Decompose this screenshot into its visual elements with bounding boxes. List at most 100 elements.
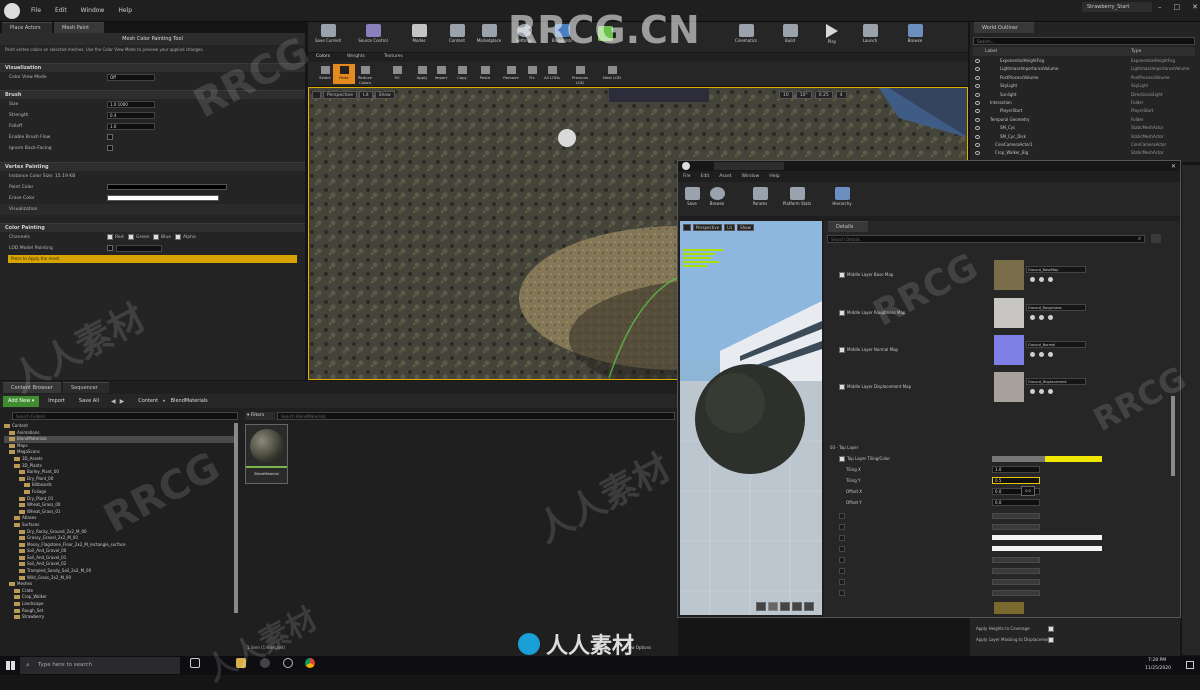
texture-param-checkbox[interactable] bbox=[839, 272, 845, 278]
texture-reset-icon[interactable] bbox=[1048, 352, 1053, 357]
disabled-param-checkbox[interactable] bbox=[839, 590, 845, 596]
tray-date[interactable]: 11/25/2020 bbox=[1145, 666, 1171, 671]
folder-tree-item[interactable]: BlendMaterials bbox=[4, 436, 234, 443]
top-layer-color-swatch[interactable] bbox=[992, 456, 1102, 462]
taskbar-search[interactable]: ⌕ Type here to search bbox=[20, 657, 180, 674]
texture-arrow-icon[interactable] bbox=[1030, 277, 1035, 282]
outliner-row[interactable]: SM_Cyc StaticMeshActor bbox=[973, 124, 1195, 132]
folder-tree-item[interactable]: Crate bbox=[4, 588, 234, 595]
mode-tool-paste[interactable]: Paste bbox=[474, 64, 496, 84]
toolbar-build[interactable]: Build bbox=[778, 22, 802, 52]
toolbar-source-control[interactable]: Source Control bbox=[354, 22, 392, 52]
toolbar-launch[interactable]: Launch bbox=[858, 22, 882, 52]
visibility-eye-icon[interactable] bbox=[975, 142, 980, 147]
me-menu-edit[interactable]: Edit bbox=[701, 174, 710, 179]
texture-thumbnail[interactable] bbox=[994, 372, 1024, 402]
visibility-eye-icon[interactable] bbox=[975, 126, 980, 131]
viewport-perspective-button[interactable]: Perspective bbox=[323, 91, 358, 99]
folder-tree-item[interactable]: Crop_Walker bbox=[4, 594, 234, 601]
save-all-button[interactable]: Save All bbox=[79, 398, 99, 404]
mode-tool-remove[interactable]: Remove bbox=[500, 64, 522, 84]
visibility-eye-icon[interactable] bbox=[975, 100, 980, 105]
preview-lit-button[interactable]: Lit bbox=[724, 224, 736, 231]
chrome-icon[interactable] bbox=[305, 658, 315, 668]
texture-arrow-icon[interactable] bbox=[1030, 352, 1035, 357]
mode-tool-reduce-colors[interactable]: Reduce Colors bbox=[354, 64, 376, 85]
forward-icon[interactable]: ▶ bbox=[120, 398, 125, 405]
editor-close-icon[interactable]: ✕ bbox=[1171, 163, 1176, 170]
channel-blue-checkbox[interactable] bbox=[153, 234, 159, 240]
tiling-value-field[interactable]: 1.0 bbox=[992, 466, 1040, 473]
asset-search[interactable]: Search BlendMaterials bbox=[277, 412, 675, 420]
path-content[interactable]: Content bbox=[138, 398, 158, 404]
brush-falloff-field[interactable]: 1.0 bbox=[107, 123, 155, 130]
viewport-menu-icon[interactable] bbox=[312, 91, 321, 99]
mode-tab-colors[interactable]: Colors bbox=[316, 54, 330, 59]
disabled-param-checkbox[interactable] bbox=[839, 579, 845, 585]
visibility-eye-icon[interactable] bbox=[975, 84, 980, 89]
me-platform-stats-button[interactable]: Platform Stats bbox=[778, 185, 816, 215]
path-blendmaterials[interactable]: BlendMaterials bbox=[171, 398, 208, 404]
mode-tab-textures[interactable]: Textures bbox=[384, 54, 403, 59]
preview-show-button[interactable]: Show bbox=[737, 224, 754, 231]
section-vertex-painting[interactable]: Vertex Painting bbox=[0, 162, 305, 171]
texture-asset-picker[interactable]: Ground_Roughness bbox=[1026, 304, 1086, 311]
details-view-options-icon[interactable] bbox=[1151, 234, 1161, 243]
mode-tool-fix[interactable]: Fix bbox=[521, 64, 543, 84]
visibility-eye-icon[interactable] bbox=[975, 92, 980, 97]
preview-sphere-icon[interactable] bbox=[768, 602, 778, 611]
menu-help[interactable]: Help bbox=[111, 0, 139, 22]
me-params-button[interactable]: Params bbox=[748, 185, 772, 215]
preview-plane-icon[interactable] bbox=[780, 602, 790, 611]
toolbar-content[interactable]: Content bbox=[443, 22, 471, 52]
texture-browse-icon[interactable] bbox=[1039, 277, 1044, 282]
texture-thumbnail[interactable] bbox=[994, 335, 1024, 365]
tab-world-outliner[interactable]: World Outliner bbox=[974, 22, 1034, 33]
windows-start-icon[interactable] bbox=[6, 661, 15, 670]
texture-asset-picker[interactable]: Ground_Normal bbox=[1026, 341, 1086, 348]
mode-tool-previous-lod[interactable]: Previous LOD bbox=[569, 64, 591, 85]
mode-tool-import[interactable]: Import bbox=[430, 64, 452, 84]
preview-perspective-button[interactable]: Perspective bbox=[693, 224, 723, 231]
toolbar-cinematics[interactable]: Cinematics bbox=[730, 22, 762, 52]
brush-size-field[interactable]: 1.0 1000 bbox=[107, 101, 155, 108]
apply-heights-checkbox[interactable] bbox=[1048, 626, 1054, 632]
apply-warning-bar[interactable]: Press to Apply the mesh bbox=[8, 255, 297, 263]
disabled-param-checkbox[interactable] bbox=[839, 524, 845, 530]
texture-arrow-icon[interactable] bbox=[1030, 315, 1035, 320]
me-browse-button[interactable]: Browse bbox=[705, 185, 729, 215]
details-scrollbar[interactable] bbox=[1171, 396, 1175, 476]
preview-cube-icon[interactable] bbox=[792, 602, 802, 611]
mode-tool-all-lods[interactable]: All LODs bbox=[541, 64, 563, 84]
snap-scale[interactable]: 0.25 bbox=[814, 91, 833, 99]
outliner-row[interactable]: Crop_Walker_Big StaticMeshActor bbox=[973, 149, 1195, 157]
apply-masking-checkbox[interactable] bbox=[1048, 637, 1054, 643]
viewport-lit-button[interactable]: Lit bbox=[359, 91, 373, 99]
section-color-painting[interactable]: Color Painting bbox=[0, 223, 305, 232]
mode-tool-copy[interactable]: Copy bbox=[451, 64, 473, 84]
me-menu-window[interactable]: Window bbox=[742, 174, 760, 179]
camera-speed[interactable]: 4 bbox=[835, 91, 847, 99]
texture-thumbnail[interactable] bbox=[994, 298, 1024, 328]
lod-value-field[interactable] bbox=[116, 245, 162, 252]
disabled-param-checkbox[interactable] bbox=[839, 557, 845, 563]
channel-red-checkbox[interactable] bbox=[107, 234, 113, 240]
import-button[interactable]: Import bbox=[48, 398, 65, 404]
notification-icon[interactable] bbox=[1186, 661, 1194, 669]
task-view-icon[interactable] bbox=[190, 658, 200, 668]
preview-mesh-icon[interactable] bbox=[804, 602, 814, 611]
next-texture-thumbnail[interactable] bbox=[994, 602, 1024, 614]
visibility-eye-icon[interactable] bbox=[975, 109, 980, 114]
top-layer-group-header[interactable]: 03 - Top Layer bbox=[830, 443, 858, 452]
snap-grid[interactable]: 10 bbox=[779, 91, 793, 99]
outliner-row[interactable]: Interaction Folder bbox=[973, 99, 1195, 107]
texture-param-checkbox[interactable] bbox=[839, 347, 845, 353]
texture-thumbnail[interactable] bbox=[994, 260, 1024, 290]
tab-details[interactable]: Details bbox=[828, 221, 868, 232]
toolbar-modes[interactable]: Modes bbox=[405, 22, 433, 52]
backface-checkbox[interactable] bbox=[107, 145, 113, 151]
lod-painting-checkbox[interactable] bbox=[107, 245, 113, 251]
tiling-value-field[interactable]: 0.0 bbox=[992, 499, 1040, 506]
filters-button[interactable]: ▾ Filters bbox=[245, 412, 275, 420]
texture-asset-picker[interactable]: Ground_Displacement bbox=[1026, 378, 1086, 385]
